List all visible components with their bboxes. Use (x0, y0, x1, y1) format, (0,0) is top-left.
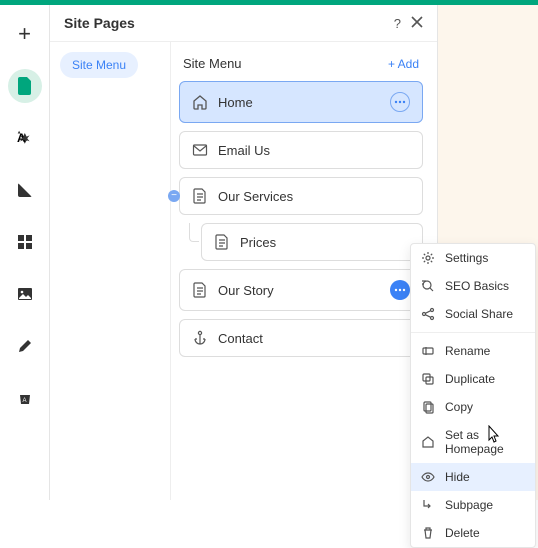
bag-icon: A (17, 390, 33, 406)
ctx-subpage[interactable]: Subpage (411, 491, 535, 519)
pages-button[interactable] (8, 69, 42, 103)
page-label: Home (218, 95, 380, 110)
ctx-rename[interactable]: Rename (411, 337, 535, 365)
page-item-email-us[interactable]: Email Us (179, 131, 423, 169)
ctx-label: Rename (445, 344, 490, 358)
page-item-prices[interactable]: Prices (201, 223, 423, 261)
side-menu-column: Site Menu (50, 42, 170, 500)
page-label: Our Services (218, 189, 410, 204)
ctx-duplicate[interactable]: Duplicate (411, 365, 535, 393)
home-icon (192, 94, 208, 110)
subpage-icon (421, 498, 435, 512)
ctx-hide[interactable]: Hide (411, 463, 535, 491)
page-label: Email Us (218, 143, 410, 158)
page-icon (17, 77, 33, 95)
close-icon (411, 16, 423, 28)
page-item-home[interactable]: Home (179, 81, 423, 123)
ctx-seo[interactable]: SEO Basics (411, 272, 535, 300)
plus-icon: + (18, 21, 31, 47)
rename-icon (421, 344, 435, 358)
add-page-button[interactable]: + Add (388, 57, 419, 71)
page-actions-button[interactable] (390, 92, 410, 112)
ctx-copy[interactable]: Copy (411, 393, 535, 421)
svg-text:A: A (22, 398, 26, 404)
ctx-label: Set as Homepage (445, 428, 525, 456)
ctx-label: Hide (445, 470, 470, 484)
media-button[interactable] (8, 277, 42, 311)
page-item-contact[interactable]: Contact (179, 319, 423, 357)
eye-icon (421, 470, 435, 484)
page-label: Contact (218, 331, 410, 346)
ctx-label: Subpage (445, 498, 493, 512)
image-icon (17, 286, 33, 302)
page-label: Our Story (218, 283, 380, 298)
tree-connector (189, 223, 199, 242)
ctx-separator (411, 332, 535, 333)
pages-list-column: Site Menu + Add Home (170, 42, 437, 500)
ctx-label: Copy (445, 400, 473, 414)
ctx-homepage[interactable]: Set as Homepage (411, 421, 535, 463)
pages-list: Home Email Us − (179, 81, 423, 357)
home-icon (421, 435, 435, 449)
add-element-button[interactable]: + (8, 17, 42, 51)
page-item-our-services[interactable]: − Our Services (179, 177, 423, 215)
blog-button[interactable] (8, 329, 42, 363)
page-actions-button[interactable] (390, 280, 410, 300)
ctx-label: Settings (445, 251, 488, 265)
pages-heading: Site Menu (183, 56, 242, 71)
dots-icon (394, 288, 406, 292)
copy-icon (421, 400, 435, 414)
theme-button[interactable] (8, 173, 42, 207)
apps-button[interactable] (8, 225, 42, 259)
gear-icon (421, 251, 435, 265)
design-icon: A (17, 130, 33, 146)
ctx-label: Delete (445, 526, 480, 540)
pen-icon (17, 338, 33, 354)
anchor-icon (192, 330, 208, 346)
trash-icon (421, 526, 435, 540)
close-button[interactable] (411, 16, 423, 31)
page-icon (214, 234, 230, 250)
site-pages-panel: Site Pages ? Site Menu Site Menu + Add (50, 5, 438, 500)
ctx-label: Social Share (445, 307, 513, 321)
panel-title: Site Pages (64, 15, 135, 31)
page-icon (192, 188, 208, 204)
left-rail: + A A (0, 5, 50, 500)
design-button[interactable]: A (8, 121, 42, 155)
ctx-label: SEO Basics (445, 279, 509, 293)
seo-icon (421, 279, 435, 293)
duplicate-icon (421, 372, 435, 386)
ctx-label: Duplicate (445, 372, 495, 386)
store-button[interactable]: A (8, 381, 42, 415)
contrast-icon (17, 182, 33, 198)
site-menu-pill[interactable]: Site Menu (60, 52, 138, 78)
panel-header: Site Pages ? (50, 5, 437, 42)
ctx-delete[interactable]: Delete (411, 519, 535, 547)
mail-icon (192, 142, 208, 158)
context-menu: Settings SEO Basics Social Share Rename … (410, 243, 536, 548)
ctx-settings[interactable]: Settings (411, 244, 535, 272)
page-item-our-story[interactable]: Our Story (179, 269, 423, 311)
page-icon (192, 282, 208, 298)
share-icon (421, 307, 435, 321)
page-label: Prices (240, 235, 410, 250)
collapse-toggle[interactable]: − (168, 190, 180, 202)
dots-icon (394, 100, 406, 104)
ctx-social[interactable]: Social Share (411, 300, 535, 328)
grid-icon (17, 234, 33, 250)
help-button[interactable]: ? (394, 16, 401, 31)
